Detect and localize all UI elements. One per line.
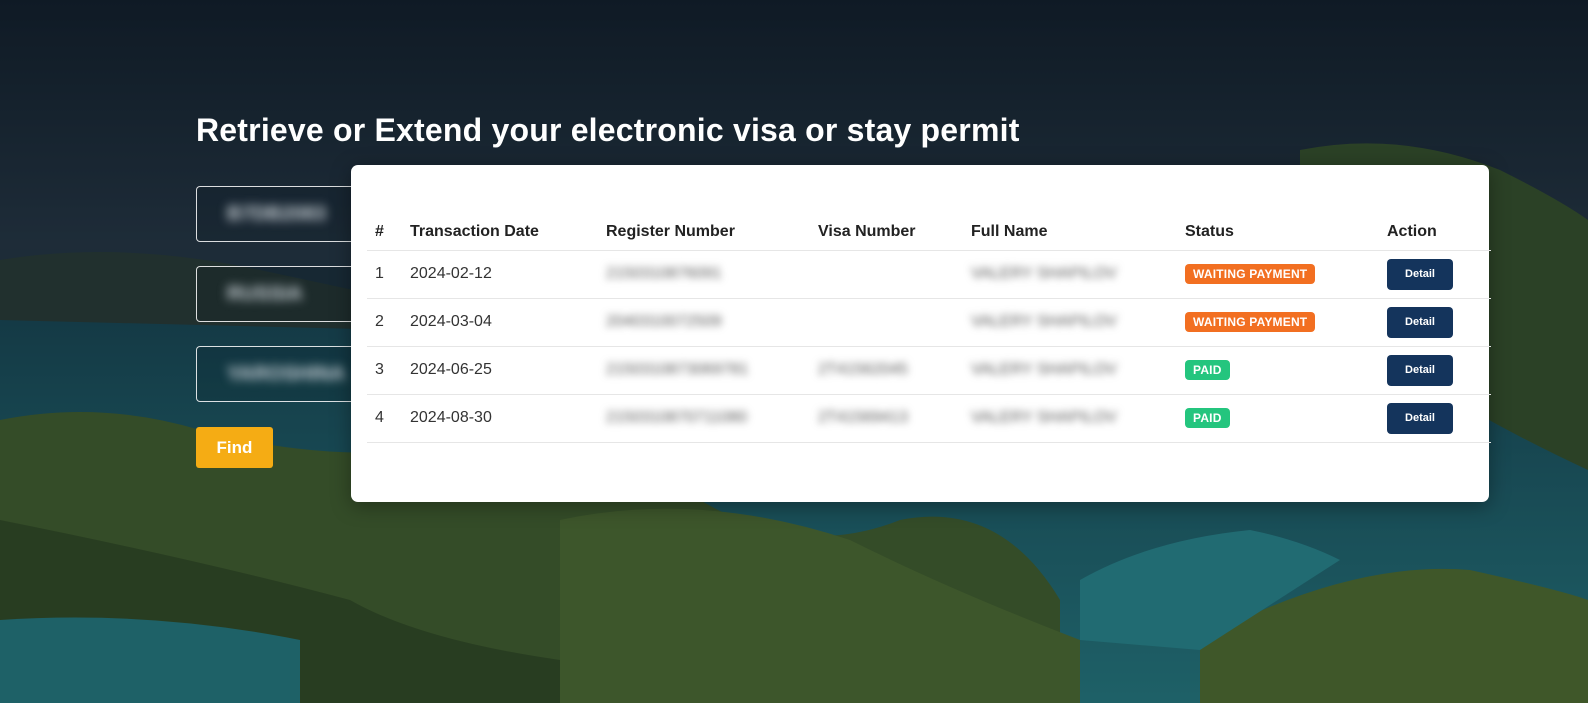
results-table: # Transaction Date Register Number Visa … bbox=[367, 214, 1491, 443]
status-badge: PAID bbox=[1185, 360, 1230, 380]
field-value: YAROSHINA bbox=[227, 363, 346, 385]
row-number: 4 bbox=[367, 394, 402, 443]
visa-number: 2T41562045 bbox=[810, 346, 963, 395]
table-row: 3 2024-06-25 2150310873069781 2T41562045… bbox=[367, 346, 1491, 395]
register-number: 2150310870711080 bbox=[598, 394, 810, 443]
page-title: Retrieve or Extend your electronic visa … bbox=[196, 112, 1020, 148]
table-row: 1 2024-02-12 2150310876091 VALERY SHAPIL… bbox=[367, 250, 1491, 299]
visa-number bbox=[810, 250, 963, 299]
status-badge: WAITING PAYMENT bbox=[1185, 264, 1316, 284]
transaction-date: 2024-02-12 bbox=[402, 250, 598, 299]
register-number: 2150310876091 bbox=[598, 250, 810, 299]
detail-button[interactable]: Detail bbox=[1387, 354, 1453, 386]
column-header-action: Action bbox=[1379, 214, 1491, 251]
transaction-date: 2024-03-04 bbox=[402, 298, 598, 347]
field-value: B7DB2083 bbox=[227, 203, 326, 225]
register-number: 2040310072509 bbox=[598, 298, 810, 347]
results-panel: # Transaction Date Register Number Visa … bbox=[351, 165, 1491, 502]
column-header-visa-number: Visa Number bbox=[810, 214, 963, 251]
transaction-date: 2024-06-25 bbox=[402, 346, 598, 395]
field-value: RUSSIA bbox=[227, 283, 303, 305]
detail-button[interactable]: Detail bbox=[1387, 306, 1453, 338]
row-number: 2 bbox=[367, 298, 402, 347]
table-row: 4 2024-08-30 2150310870711080 2T41569413… bbox=[367, 394, 1491, 443]
table-header-row: # Transaction Date Register Number Visa … bbox=[367, 214, 1491, 251]
row-number: 1 bbox=[367, 250, 402, 299]
detail-button[interactable]: Detail bbox=[1387, 258, 1453, 290]
transaction-date: 2024-08-30 bbox=[402, 394, 598, 443]
column-header-status: Status bbox=[1177, 214, 1379, 251]
detail-button[interactable]: Detail bbox=[1387, 402, 1453, 434]
table-row: 2 2024-03-04 2040310072509 VALERY SHAPIL… bbox=[367, 298, 1491, 347]
status-badge: PAID bbox=[1185, 408, 1230, 428]
row-number: 3 bbox=[367, 346, 402, 395]
full-name: VALERY SHAPILOV bbox=[963, 298, 1177, 347]
column-header-number: # bbox=[367, 214, 402, 251]
full-name: VALERY SHAPILOV bbox=[963, 394, 1177, 443]
visa-number bbox=[810, 298, 963, 347]
column-header-register-number: Register Number bbox=[598, 214, 810, 251]
register-number: 2150310873069781 bbox=[598, 346, 810, 395]
full-name: VALERY SHAPILOV bbox=[963, 346, 1177, 395]
full-name: VALERY SHAPILOV bbox=[963, 250, 1177, 299]
column-header-transaction-date: Transaction Date bbox=[402, 214, 598, 251]
find-button[interactable]: Find bbox=[196, 427, 273, 468]
visa-number: 2T41569413 bbox=[810, 394, 963, 443]
status-badge: WAITING PAYMENT bbox=[1185, 312, 1316, 332]
column-header-full-name: Full Name bbox=[963, 214, 1177, 251]
